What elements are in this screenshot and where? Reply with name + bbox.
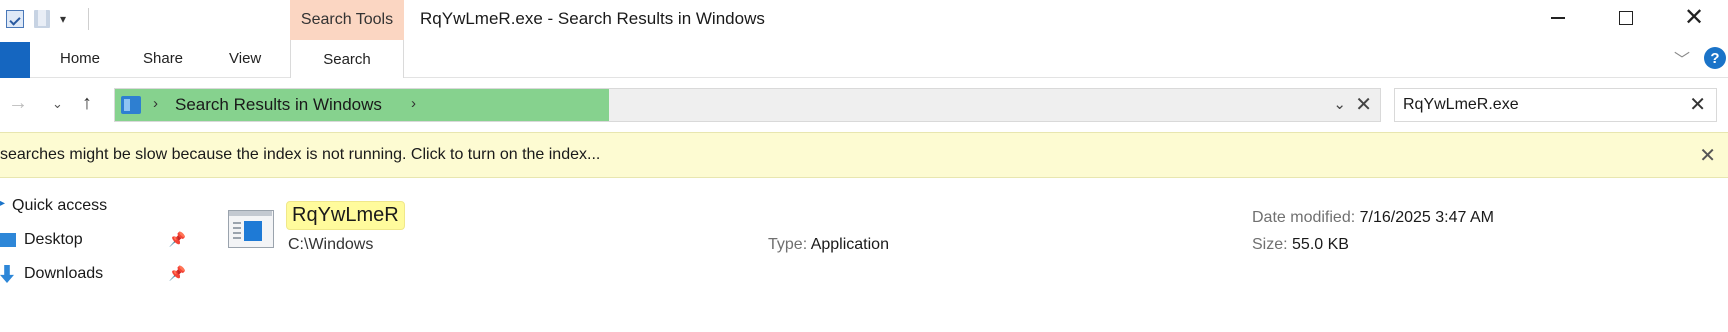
size-label: Size: <box>1252 236 1288 253</box>
toolbar-divider <box>88 8 90 30</box>
breadcrumb-location[interactable]: Search Results in Windows <box>175 95 382 115</box>
folder-icon <box>121 96 141 114</box>
up-arrow-icon[interactable]: ↑ <box>82 92 92 115</box>
new-folder-icon[interactable] <box>34 10 50 28</box>
tab-share[interactable]: Share <box>143 50 183 67</box>
tab-home[interactable]: Home <box>60 50 100 67</box>
type-label: Type: <box>768 236 808 253</box>
tab-search[interactable]: Search <box>290 40 404 78</box>
forward-arrow-icon[interactable]: → <box>8 92 28 115</box>
file-size: Size: 55.0 KB <box>1252 236 1349 254</box>
dropdown-chevron-icon[interactable]: ⌄ <box>1333 95 1346 113</box>
address-row: → ⌄ ↑ › Search Results in Windows › ⌄ ✕ … <box>0 86 1728 126</box>
info-bar[interactable]: searches might be slow because the index… <box>0 132 1728 178</box>
title-bar: ▾ Search Tools RqYwLmeR.exe - Search Res… <box>0 0 1728 40</box>
sidebar-item-desktop[interactable]: Desktop 📌 <box>0 226 196 254</box>
date-label: Date modified: <box>1252 209 1356 226</box>
close-icon: ✕ <box>1683 4 1705 31</box>
close-icon[interactable]: ✕ <box>1699 143 1716 168</box>
date-value: 7/16/2025 3:47 AM <box>1359 209 1494 226</box>
minimize-button[interactable] <box>1524 0 1592 36</box>
search-box[interactable]: ✕ <box>1394 88 1717 122</box>
icon-detail <box>244 221 262 241</box>
sidebar-item-label: Quick access <box>12 197 108 214</box>
dropdown-icon[interactable]: ▾ <box>60 12 66 26</box>
recent-dropdown-icon[interactable]: ⌄ <box>52 96 63 112</box>
icon-detail <box>233 222 241 224</box>
sidebar-item-quick-access[interactable]: ▸ Quick access <box>0 192 196 220</box>
ribbon-tabs: Home Share View Search ﹀ ? <box>0 40 1728 78</box>
desktop-icon <box>0 233 16 247</box>
search-input[interactable] <box>1401 93 1671 117</box>
file-tab[interactable] <box>0 42 30 78</box>
maximize-button[interactable] <box>1592 0 1660 36</box>
maximize-icon <box>1619 11 1633 25</box>
info-message[interactable]: searches might be slow because the index… <box>0 146 600 164</box>
tab-view[interactable]: View <box>229 50 261 67</box>
quick-access-toolbar: ▾ <box>6 8 90 30</box>
address-breadcrumb[interactable]: › Search Results in Windows › <box>115 89 609 121</box>
pin-icon: 📌 <box>168 265 186 281</box>
properties-icon[interactable] <box>6 10 24 28</box>
sidebar-item-downloads[interactable]: Downloads 📌 <box>0 260 196 288</box>
type-value: Application <box>810 236 889 253</box>
expand-ribbon-icon[interactable]: ﹀ <box>1674 46 1690 70</box>
ribbon-right-controls: ﹀ ? <box>1674 46 1728 70</box>
close-button[interactable]: ✕ <box>1660 0 1728 36</box>
clear-search-icon[interactable]: ✕ <box>1689 92 1706 117</box>
address-bar[interactable]: › Search Results in Windows › ⌄ ✕ <box>114 88 1381 122</box>
date-modified: Date modified: 7/16/2025 3:47 AM <box>1252 209 1494 227</box>
chevron-right-icon[interactable]: › <box>411 95 416 112</box>
application-icon <box>228 210 274 248</box>
search-tools-context-tab: Search Tools <box>290 0 404 40</box>
sidebar-item-label: Downloads <box>24 265 104 282</box>
file-type: Type: Application <box>768 236 889 254</box>
chevron-right-icon[interactable]: › <box>153 95 158 112</box>
navigation-pane: ▸ Quick access Desktop 📌 Downloads 📌 <box>0 180 196 332</box>
window-title: RqYwLmeR.exe - Search Results in Windows <box>420 9 765 28</box>
sidebar-item-label: Desktop <box>24 231 83 248</box>
file-path: C:\Windows <box>288 236 374 253</box>
file-name[interactable]: RqYwLmeR <box>286 201 405 230</box>
search-results: RqYwLmeR C:\Windows Type: Application Da… <box>196 180 1728 332</box>
expand-arrow-icon[interactable]: ▸ <box>0 198 5 209</box>
help-icon[interactable]: ? <box>1704 47 1726 69</box>
pin-icon: 📌 <box>168 231 186 247</box>
size-value: 55.0 KB <box>1292 236 1349 253</box>
clear-icon[interactable]: ✕ <box>1355 92 1372 117</box>
window-controls: ✕ <box>1524 0 1728 40</box>
minimize-icon <box>1551 17 1565 19</box>
downloads-icon <box>0 265 14 283</box>
